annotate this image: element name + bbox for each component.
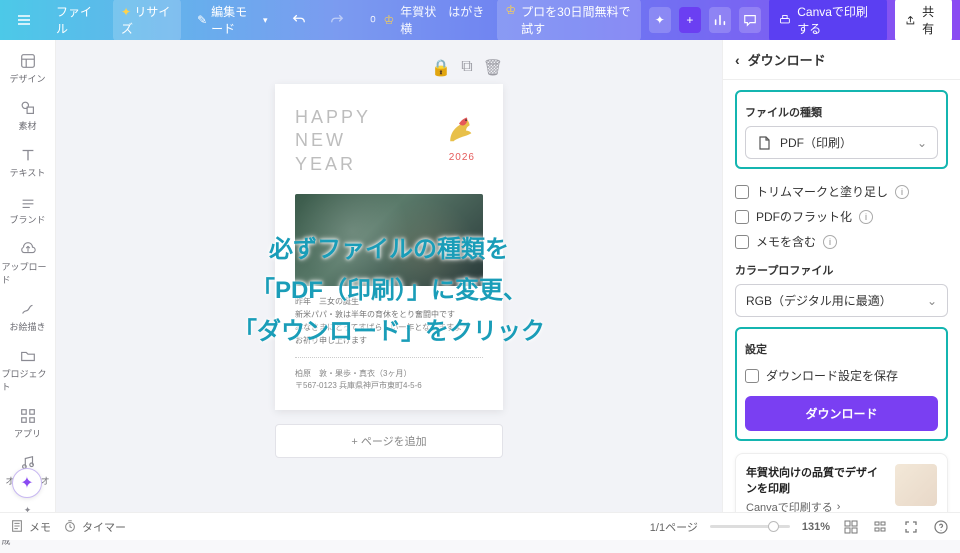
thumbnail-view-icon[interactable] (872, 518, 890, 536)
lock-icon[interactable]: 🔒 (431, 58, 451, 78)
trial-button[interactable]: ♔プロを30日間無料で試す (497, 0, 640, 41)
promo-thumbnail (895, 464, 937, 506)
canvas-area: 🔒 ⧉ 🗑 HAPPY NEW YEAR 2026 昨年 三女の誕生 新米パパ・… (56, 40, 722, 512)
sidebar-item-draw[interactable]: お絵描き (2, 294, 54, 339)
print-promo-card[interactable]: 年賀状向けの品質でデザインを印刷 Canvaで印刷する› (735, 453, 948, 512)
menu-button[interactable] (8, 8, 40, 32)
edit-mode-button[interactable]: ✎ 編集モード ▾ (189, 0, 276, 41)
filetype-label: ファイルの種類 (745, 104, 938, 120)
divider (295, 357, 483, 358)
upload-icon (19, 240, 37, 258)
sidebar-item-design[interactable]: デザイン (2, 46, 54, 91)
chevron-down-icon: ⌄ (927, 294, 937, 308)
filetype-dropdown[interactable]: PDF（印刷） ⌄ (745, 126, 938, 159)
download-highlight: 設定 ダウンロード設定を保存 ダウンロード (735, 327, 948, 441)
print-button[interactable]: Canvaで印刷する (769, 0, 887, 42)
sidebar-item-upload[interactable]: アップロード (2, 234, 54, 292)
horse-icon (437, 106, 481, 150)
option-save-settings[interactable]: ダウンロード設定を保存 (745, 363, 938, 388)
chevron-down-icon: ⌄ (917, 136, 927, 150)
option-flatten[interactable]: PDFのフラット化i (735, 204, 948, 229)
pdf-icon (756, 135, 772, 151)
fullscreen-icon[interactable] (902, 518, 920, 536)
settings-label: 設定 (745, 341, 938, 357)
sidebar-item-text[interactable]: テキスト (2, 140, 54, 185)
promo-link[interactable]: Canvaで印刷する› (746, 499, 885, 512)
memo-button[interactable]: メモ (10, 519, 51, 535)
colorprofile-label: カラープロファイル (735, 262, 948, 278)
panel-header: ‹ ダウンロード (723, 40, 960, 80)
download-button[interactable]: ダウンロード (745, 396, 938, 431)
comment-button[interactable] (739, 7, 761, 33)
sidebar-item-elements[interactable]: 素材 (2, 93, 54, 138)
postcard-photo (295, 194, 483, 286)
download-panel: ‹ ダウンロード ファイルの種類 PDF（印刷） ⌄ トリムマークと塗り足しi … (722, 40, 960, 512)
grid-view-icon[interactable] (842, 518, 860, 536)
file-menu[interactable]: ファイル (48, 0, 105, 41)
undo-button[interactable] (284, 9, 314, 31)
colorprofile-dropdown[interactable]: RGB（デジタル用に最適） ⌄ (735, 284, 948, 317)
draw-icon (19, 300, 37, 318)
magic-fab[interactable]: ✦ (12, 468, 42, 498)
brand-icon (19, 193, 37, 211)
panel-title: ダウンロード (748, 50, 826, 69)
left-sidebar: デザイン 素材 テキスト ブランド アップロード お絵描き プロジェクト アプリ… (0, 40, 56, 512)
page-indicator: 1/1ページ (650, 519, 698, 535)
info-icon[interactable]: i (895, 185, 909, 199)
postcard-year: 2026 (449, 152, 475, 163)
back-icon[interactable]: ‹ (735, 52, 740, 68)
postcard-canvas[interactable]: HAPPY NEW YEAR 2026 昨年 三女の誕生 新米パパ・敦は半年の育… (275, 84, 503, 410)
canvas-page-tools: 🔒 ⧉ 🗑 (275, 58, 503, 78)
sidebar-item-brand[interactable]: ブランド (2, 187, 54, 232)
share-button[interactable]: 共有 (895, 0, 952, 42)
folder-icon (19, 347, 37, 365)
postcard-signature: 柏原 敦・果歩・真衣（3ヶ月） 〒567-0123 兵庫県神戸市東町4-5-6 (295, 368, 483, 392)
template-icon (19, 52, 37, 70)
text-icon (19, 146, 37, 164)
chevron-right-icon: › (837, 501, 841, 512)
redo-button[interactable] (322, 9, 352, 31)
filetype-highlight: ファイルの種類 PDF（印刷） ⌄ (735, 90, 948, 169)
apps-icon (19, 407, 37, 425)
duplicate-icon[interactable]: ⧉ (461, 58, 472, 78)
analytics-button[interactable] (709, 7, 731, 33)
shapes-icon (19, 99, 37, 117)
add-page-button[interactable]: + ページを追加 (275, 424, 503, 458)
timer-button[interactable]: タイマー (63, 519, 126, 535)
info-icon[interactable]: i (823, 235, 837, 249)
add-button[interactable]: + (679, 7, 701, 33)
resize-button[interactable]: ✦ リサイズ (113, 0, 181, 41)
bottom-bar: メモ タイマー 1/1ページ 131% (0, 512, 960, 540)
zoom-slider[interactable] (710, 525, 790, 528)
option-notes[interactable]: メモを含むi (735, 229, 948, 254)
option-trim[interactable]: トリムマークと塗り足しi (735, 179, 948, 204)
magic-button[interactable]: ✦ (649, 7, 671, 33)
zoom-value: 131% (802, 521, 830, 533)
postcard-body: 昨年 三女の誕生 新米パパ・敦は半年の育休をとり奮闘中です みなさまにとってすば… (295, 296, 483, 347)
document-name[interactable]: ♔年賀状 はがき 横 (368, 3, 490, 37)
info-icon[interactable]: i (859, 210, 873, 224)
help-icon[interactable] (932, 518, 950, 536)
promo-title: 年賀状向けの品質でデザインを印刷 (746, 464, 885, 496)
sidebar-item-apps[interactable]: アプリ (2, 401, 54, 446)
top-toolbar: ファイル ✦ リサイズ ✎ 編集モード ▾ ♔年賀状 はがき 横 ♔プロを30日… (0, 0, 960, 40)
sidebar-item-projects[interactable]: プロジェクト (2, 341, 54, 399)
trash-icon[interactable]: 🗑 (483, 58, 503, 78)
